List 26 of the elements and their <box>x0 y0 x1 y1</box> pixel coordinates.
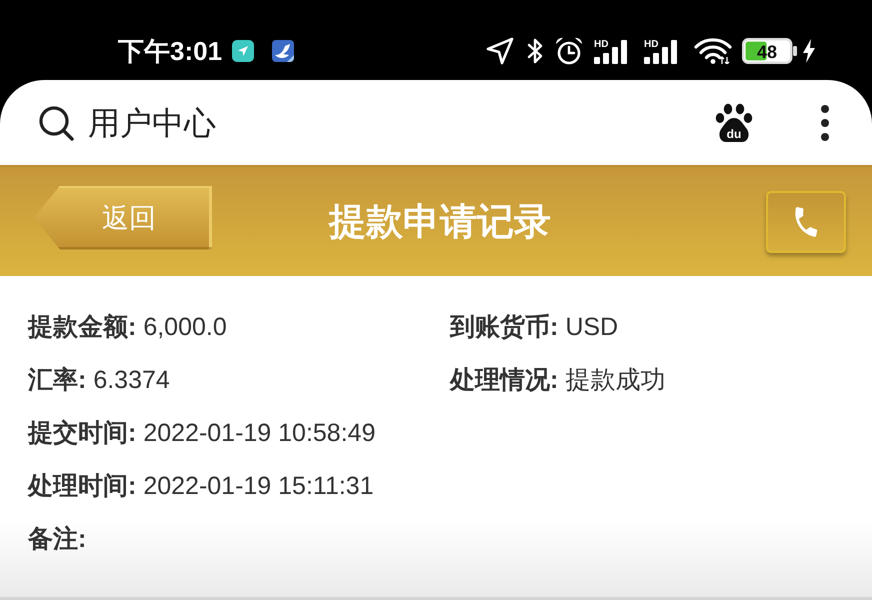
detail-value: 2022-01-19 15:11:31 <box>143 470 374 502</box>
wifi-icon <box>694 38 732 64</box>
detail-value: 2022-01-19 10:58:49 <box>143 418 376 449</box>
detail-label: 汇率: <box>28 364 86 396</box>
paper-plane-app-icon <box>232 40 254 62</box>
status-time: 下午3:01 <box>118 36 222 66</box>
detail-label: 提款金额: <box>28 312 136 343</box>
bird-app-icon <box>272 40 294 62</box>
detail-value: USD <box>565 312 618 343</box>
detail-label: 处理情况: <box>450 364 558 396</box>
page-title: 提款申请记录 <box>329 200 551 244</box>
detail-value: 提款成功 <box>565 364 666 396</box>
alarm-clock-icon <box>554 36 584 66</box>
search-icon[interactable] <box>38 104 74 140</box>
detail-value: 6.3374 <box>93 364 170 396</box>
detail-label: 提交时间: <box>28 418 136 449</box>
phone-button[interactable] <box>766 190 846 252</box>
detail-label: 处理时间: <box>28 470 136 502</box>
bluetooth-icon <box>526 37 544 65</box>
detail-label: 备注: <box>28 524 86 555</box>
detail-value: 6,000.0 <box>143 312 227 343</box>
address-text[interactable]: 用户中心 <box>88 102 216 142</box>
charging-bolt-icon <box>802 39 816 63</box>
detail-label: 到账货币: <box>450 312 558 343</box>
more-menu-icon[interactable] <box>820 104 830 142</box>
navigation-arrow-icon <box>486 37 514 65</box>
